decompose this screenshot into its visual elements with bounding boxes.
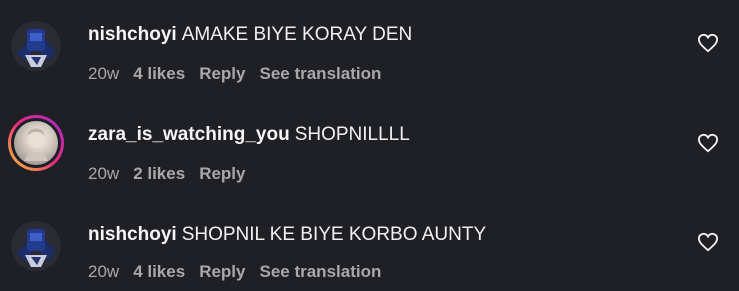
comment-age: 20w — [88, 262, 120, 281]
see-translation-button[interactable]: See translation — [259, 262, 381, 281]
reply-button[interactable]: Reply — [199, 64, 245, 83]
likes-count[interactable]: 2 likes — [133, 164, 185, 183]
heart-icon[interactable] — [697, 133, 719, 153]
comment-meta: 20w 4 likes Reply See translation — [88, 64, 395, 84]
comment-text: SHOPNILLLL — [294, 124, 410, 145]
comment-body: zara_is_watching_you SHOPNILLLL — [88, 124, 410, 146]
likes-count[interactable]: 4 likes — [133, 64, 185, 83]
comment-age: 20w — [88, 64, 120, 83]
avatar[interactable] — [8, 115, 64, 171]
comments-list: nishchoyi AMAKE BIYE KORAY DEN 20w 4 likes… — [0, 0, 739, 291]
comment-meta: 20w 4 likes Reply See translation — [88, 262, 395, 282]
comment-text: AMAKE BIYE KORAY DEN — [181, 24, 413, 45]
likes-count[interactable]: 4 likes — [133, 262, 185, 281]
heart-icon[interactable] — [697, 33, 719, 53]
comment-body: nishchoyi AMAKE BIYE KORAY DEN — [88, 24, 412, 46]
comment-item: nishchoyi SHOPNIL KE BIYE KORBO AUNTY 20w… — [0, 200, 739, 291]
username[interactable]: nishchoyi — [88, 24, 177, 45]
comment-age: 20w — [88, 164, 120, 183]
reply-button[interactable]: Reply — [199, 262, 245, 281]
comment-item: nishchoyi AMAKE BIYE KORAY DEN 20w 4 likes… — [0, 0, 739, 100]
comment-item: zara_is_watching_you SHOPNILLLL 20w 2 like… — [0, 100, 739, 200]
comment-text: SHOPNIL KE BIYE KORBO AUNTY — [181, 224, 487, 245]
see-translation-button[interactable]: See translation — [259, 64, 381, 83]
comment-body: nishchoyi SHOPNIL KE BIYE KORBO AUNTY — [88, 224, 486, 246]
username[interactable]: nishchoyi — [88, 224, 177, 245]
avatar[interactable] — [11, 221, 61, 271]
heart-icon[interactable] — [697, 232, 719, 252]
avatar[interactable] — [11, 21, 61, 71]
photo-avatar-icon — [14, 121, 58, 165]
username[interactable]: zara_is_watching_you — [88, 124, 290, 145]
reply-button[interactable]: Reply — [199, 164, 245, 183]
navy-figure-avatar-icon — [11, 21, 61, 71]
comment-meta: 20w 2 likes Reply — [88, 164, 259, 184]
navy-figure-avatar-icon — [11, 221, 61, 271]
